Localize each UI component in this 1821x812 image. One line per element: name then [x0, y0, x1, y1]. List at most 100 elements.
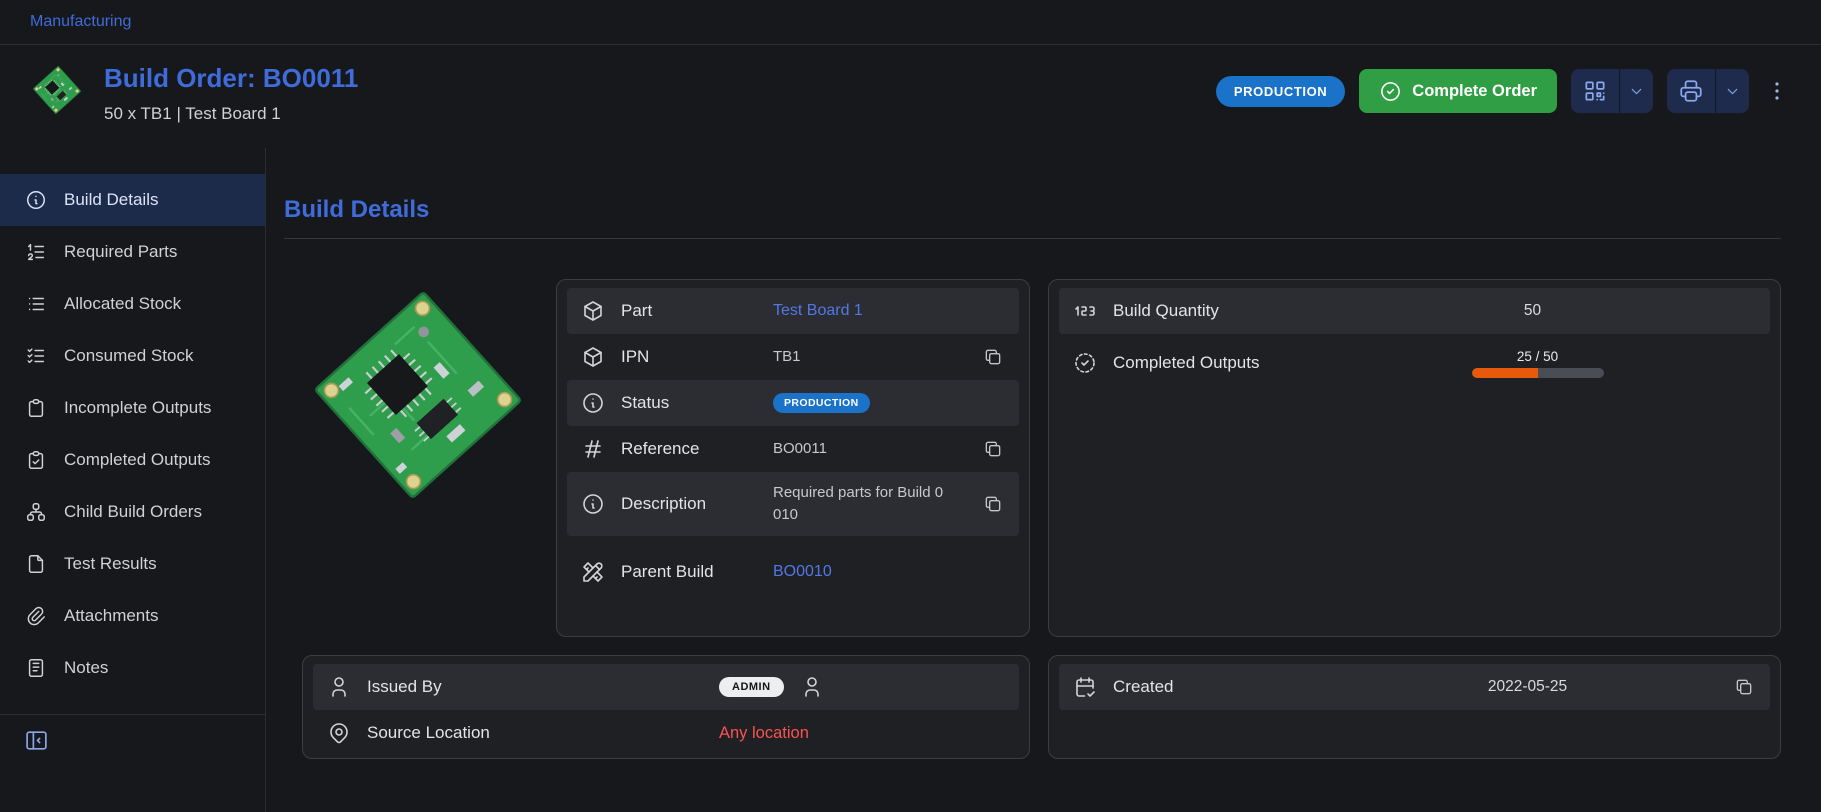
status-badge: PRODUCTION: [773, 393, 870, 413]
page-title: Build Order: BO0011: [104, 63, 358, 94]
sidebar-item-required-parts[interactable]: Required Parts: [0, 226, 265, 278]
sidebar-collapse-icon: [24, 728, 49, 753]
package-icon: [581, 299, 605, 323]
detail-row-created: Created 2022-05-25: [1059, 664, 1770, 710]
detail-label-parent-build: Parent Build: [621, 561, 717, 584]
progress-bar: [1472, 368, 1604, 378]
info-circle-icon: [581, 492, 605, 516]
part-link[interactable]: Test Board 1: [773, 299, 863, 323]
copy-button[interactable]: [981, 345, 1005, 369]
main-panel: Build Details Part Test Board 1: [266, 148, 1821, 812]
map-pin-icon: [327, 721, 351, 745]
progress-label: 25 / 50: [1517, 349, 1558, 364]
sidebar-item-allocated-stock[interactable]: Allocated Stock: [0, 278, 265, 330]
sidebar-item-label: Allocated Stock: [64, 294, 181, 314]
sidebar-item-label: Incomplete Outputs: [64, 398, 211, 418]
numbers-123-icon: [1073, 299, 1097, 323]
detail-label-description: Description: [621, 493, 717, 516]
tools-icon: [581, 560, 605, 584]
chevron-down-icon: [1628, 83, 1645, 100]
created-table: Created 2022-05-25: [1048, 655, 1781, 759]
completed-outputs-progress: 25 / 50: [1429, 349, 1756, 378]
progress-bar-fill: [1472, 368, 1538, 378]
sidebar-item-label: Required Parts: [64, 242, 177, 262]
sidebar-collapse-button[interactable]: [0, 715, 73, 766]
detail-row-description: Description Required parts for Build 001…: [567, 472, 1019, 536]
sidebar-item-build-details[interactable]: Build Details: [0, 174, 265, 226]
reference-value: BO0011: [773, 438, 827, 461]
chevron-down-icon: [1724, 83, 1741, 100]
detail-row-completed-outputs: Completed Outputs 25 / 50: [1059, 334, 1770, 392]
sidebar-item-attachments[interactable]: Attachments: [0, 590, 265, 642]
detail-row-status: Status PRODUCTION: [567, 380, 1019, 426]
progress-check-icon: [1073, 351, 1097, 375]
print-actions-button[interactable]: [1667, 69, 1749, 113]
description-value: Required parts for Build 0010: [773, 482, 947, 527]
print-actions-chevron[interactable]: [1715, 69, 1749, 113]
detail-row-build-quantity: Build Quantity 50: [1059, 288, 1770, 334]
sidebar-item-consumed-stock[interactable]: Consumed Stock: [0, 330, 265, 382]
parent-build-link[interactable]: BO0010: [773, 560, 832, 584]
info-circle-icon: [581, 391, 605, 415]
build-thumbnail[interactable]: [30, 63, 84, 117]
barcode-actions-chevron[interactable]: [1619, 69, 1653, 113]
circle-check-icon: [1379, 80, 1402, 103]
clipboard-check-icon: [25, 449, 47, 471]
copy-button[interactable]: [981, 437, 1005, 461]
source-location-value: Any location: [683, 721, 809, 746]
file-icon: [25, 553, 47, 575]
sidebar-item-child-build-orders[interactable]: Child Build Orders: [0, 486, 265, 538]
notes-icon: [25, 657, 47, 679]
barcode-actions-button[interactable]: [1571, 69, 1653, 113]
more-actions-button[interactable]: [1763, 75, 1791, 107]
complete-order-label: Complete Order: [1412, 82, 1537, 101]
list-icon: [25, 293, 47, 315]
clipboard-icon: [25, 397, 47, 419]
detail-label-reference: Reference: [621, 438, 717, 461]
detail-row-issued-by: Issued By ADMIN: [313, 664, 1019, 710]
sidebar-item-label: Attachments: [64, 606, 159, 626]
sidebar-item-completed-outputs[interactable]: Completed Outputs: [0, 434, 265, 486]
detail-row-parent-build: Parent Build BO0010: [567, 536, 1019, 608]
detail-label-completed-outputs: Completed Outputs: [1113, 352, 1413, 375]
detail-row-part: Part Test Board 1: [567, 288, 1019, 334]
user-icon: [800, 675, 824, 699]
detail-label-ipn: IPN: [621, 346, 717, 369]
printer-icon: [1678, 78, 1704, 104]
sidebar-item-test-results[interactable]: Test Results: [0, 538, 265, 590]
copy-button[interactable]: [981, 492, 1005, 516]
status-badge: PRODUCTION: [1216, 76, 1345, 107]
sidebar-item-label: Notes: [64, 658, 108, 678]
part-image[interactable]: [302, 279, 534, 511]
panel-title: Build Details: [284, 196, 1781, 224]
detail-label-part: Part: [621, 300, 717, 323]
detail-row-ipn: IPN TB1: [567, 334, 1019, 380]
list-numbers-icon: [25, 241, 47, 263]
detail-row-source-location: Source Location Any location: [313, 710, 1019, 756]
breadcrumb: Manufacturing: [0, 0, 1821, 45]
breadcrumb-link-manufacturing[interactable]: Manufacturing: [30, 13, 131, 30]
copy-icon: [983, 494, 1003, 514]
issued-by-badge: ADMIN: [719, 677, 784, 697]
sidebar-item-notes[interactable]: Notes: [0, 642, 265, 694]
heading-divider: [284, 238, 1781, 239]
complete-order-button[interactable]: Complete Order: [1359, 69, 1557, 113]
copy-button[interactable]: [1732, 675, 1756, 699]
qrcode-icon: [1582, 78, 1608, 104]
build-quantity-value: 50: [1429, 302, 1756, 320]
sidebar-item-label: Build Details: [64, 190, 159, 210]
ipn-value: TB1: [773, 346, 801, 369]
sidebar-item-incomplete-outputs[interactable]: Incomplete Outputs: [0, 382, 265, 434]
issued-by-table: Issued By ADMIN Source Location Any loca…: [302, 655, 1030, 759]
info-circle-icon: [25, 189, 47, 211]
user-icon: [327, 675, 351, 699]
copy-icon: [983, 439, 1003, 459]
page-subtitle: 50 x TB1 | Test Board 1: [104, 104, 358, 124]
package-icon: [581, 345, 605, 369]
dots-vertical-icon: [1765, 79, 1789, 103]
detail-row-reference: Reference BO0011: [567, 426, 1019, 472]
calendar-check-icon: [1073, 675, 1097, 699]
sidebar-item-label: Completed Outputs: [64, 450, 210, 470]
detail-label-created: Created: [1113, 676, 1413, 699]
sidebar-item-label: Test Results: [64, 554, 157, 574]
